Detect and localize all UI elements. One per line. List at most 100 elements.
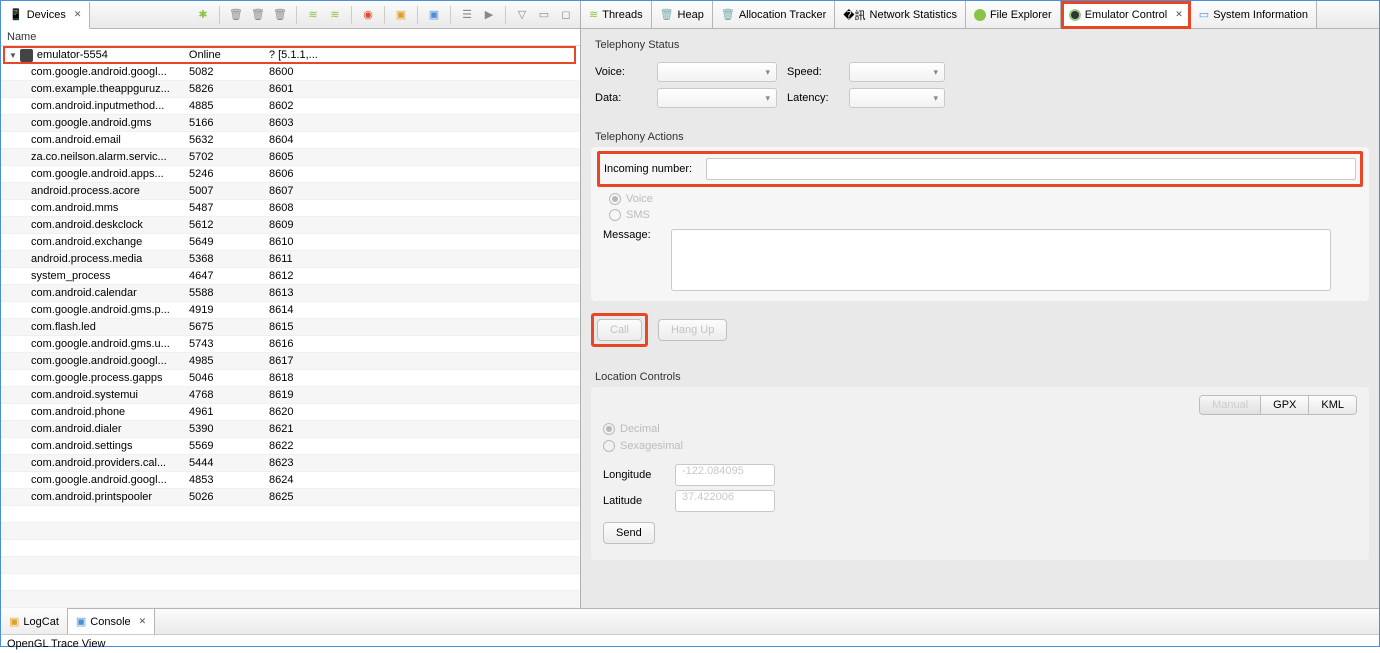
process-row[interactable]: com.android.inputmethod...48858602 bbox=[1, 98, 580, 115]
console-icon: ▣ bbox=[76, 615, 86, 628]
speed-combo[interactable] bbox=[849, 62, 945, 82]
message-textarea[interactable] bbox=[671, 229, 1331, 291]
latency-combo[interactable] bbox=[849, 88, 945, 108]
tab-alloc[interactable]: 🗑 Allocation Tracker bbox=[713, 1, 835, 28]
process-row[interactable]: android.process.media53688611 bbox=[1, 251, 580, 268]
hangup-button[interactable]: Hang Up bbox=[658, 319, 727, 341]
process-row[interactable]: za.co.neilson.alarm.servic...57028605 bbox=[1, 149, 580, 166]
longitude-input[interactable]: -122.084095 bbox=[675, 464, 775, 486]
sms-radio-label: SMS bbox=[626, 209, 650, 221]
process-row[interactable]: com.android.dialer53908621 bbox=[1, 421, 580, 438]
tab-file-label: File Explorer bbox=[990, 9, 1052, 21]
ui-icon[interactable]: ▣ bbox=[426, 7, 442, 23]
longitude-label: Longitude bbox=[603, 469, 665, 481]
telephony-actions-title: Telephony Actions bbox=[581, 121, 1379, 147]
layers-icon[interactable]: ☰ bbox=[459, 7, 475, 23]
latitude-input[interactable]: 37.422006 bbox=[675, 490, 775, 512]
stop-icon[interactable]: ◉ bbox=[360, 7, 376, 23]
tab-devices[interactable]: 📱 Devices ✕ bbox=[1, 2, 90, 29]
process-row[interactable]: com.android.systemui47688619 bbox=[1, 387, 580, 404]
decimal-radio[interactable]: Decimal bbox=[603, 423, 1357, 435]
menu-icon[interactable]: ▽ bbox=[514, 7, 530, 23]
trash-icon[interactable]: 🗑 bbox=[228, 7, 244, 23]
call-button[interactable]: Call bbox=[597, 319, 642, 341]
process-row[interactable]: system_process46478612 bbox=[1, 268, 580, 285]
voice-label: Voice: bbox=[595, 66, 647, 78]
process-row[interactable]: com.google.android.gms.u...57438616 bbox=[1, 336, 580, 353]
emulator-icon bbox=[20, 49, 33, 62]
close-icon[interactable]: ✕ bbox=[74, 9, 82, 20]
min-icon[interactable]: ▭ bbox=[536, 7, 552, 23]
process-row[interactable]: com.google.android.gms51668603 bbox=[1, 115, 580, 132]
process-row[interactable]: com.google.android.apps...52468606 bbox=[1, 166, 580, 183]
thread-icon[interactable]: ≋ bbox=[305, 7, 321, 23]
tab-network[interactable]: �訊 Network Statistics bbox=[835, 1, 966, 28]
process-row[interactable]: com.flash.led56758615 bbox=[1, 319, 580, 336]
heap-icon: 🗑 bbox=[660, 8, 674, 21]
window-icon: ▭ bbox=[1199, 8, 1209, 21]
latency-label: Latency: bbox=[787, 92, 839, 104]
close-icon[interactable]: ✕ bbox=[1175, 9, 1183, 20]
debug-icon[interactable]: ✱ bbox=[195, 7, 211, 23]
expand-icon[interactable]: ▼ bbox=[9, 51, 17, 60]
tab-system[interactable]: ▭ System Information bbox=[1191, 1, 1317, 28]
max-icon[interactable]: ◻ bbox=[558, 7, 574, 23]
tab-console[interactable]: ▣ Console ✕ bbox=[68, 609, 155, 636]
process-row[interactable]: com.android.printspooler50268625 bbox=[1, 489, 580, 506]
process-row[interactable]: com.android.phone49618620 bbox=[1, 404, 580, 421]
seg-gpx[interactable]: GPX bbox=[1261, 396, 1309, 414]
tab-emu-label: Emulator Control bbox=[1085, 9, 1168, 21]
process-row[interactable]: com.android.providers.cal...54448623 bbox=[1, 455, 580, 472]
process-row[interactable]: com.google.process.gapps50468618 bbox=[1, 370, 580, 387]
process-row[interactable]: com.android.email56328604 bbox=[1, 132, 580, 149]
message-label: Message: bbox=[603, 229, 661, 291]
process-row[interactable]: com.android.settings55698622 bbox=[1, 438, 580, 455]
column-header-name[interactable]: Name bbox=[1, 29, 580, 46]
tab-logcat[interactable]: ▣ LogCat bbox=[1, 608, 68, 635]
sms-radio[interactable]: SMS bbox=[609, 209, 1357, 221]
device-status: Online bbox=[189, 49, 239, 61]
process-row[interactable]: com.google.android.gms.p...49198614 bbox=[1, 302, 580, 319]
sexagesimal-radio[interactable]: Sexagesimal bbox=[603, 440, 1357, 452]
process-row[interactable]: com.android.mms54878608 bbox=[1, 200, 580, 217]
tab-emulator-control[interactable]: Emulator Control ✕ bbox=[1061, 1, 1191, 29]
tab-threads-label: Threads bbox=[602, 9, 642, 21]
voice-combo[interactable] bbox=[657, 62, 777, 82]
wifi-icon: �訊 bbox=[843, 7, 865, 23]
trash3-icon[interactable]: 🗑 bbox=[272, 7, 288, 23]
latitude-label: Latitude bbox=[603, 495, 665, 507]
start-icon[interactable]: ▶ bbox=[481, 7, 497, 23]
send-button[interactable]: Send bbox=[603, 522, 655, 544]
process-row[interactable]: com.android.deskclock56128609 bbox=[1, 217, 580, 234]
location-tabs[interactable]: Manual GPX KML bbox=[1199, 395, 1357, 415]
close-icon[interactable]: ✕ bbox=[139, 616, 147, 627]
trash2-icon[interactable]: 🗑 bbox=[250, 7, 266, 23]
speed-label: Speed: bbox=[787, 66, 839, 78]
incoming-number-input[interactable] bbox=[706, 158, 1356, 180]
process-row[interactable]: com.example.theappguruz...58268601 bbox=[1, 81, 580, 98]
camera-icon[interactable]: ▣ bbox=[393, 7, 409, 23]
call-button-highlight: Call bbox=[591, 313, 648, 347]
process-row[interactable]: com.android.calendar55888613 bbox=[1, 285, 580, 302]
data-combo[interactable] bbox=[657, 88, 777, 108]
tab-heap-label: Heap bbox=[678, 9, 704, 21]
tab-devices-label: Devices bbox=[27, 9, 66, 21]
process-row[interactable]: com.google.android.googl...50828600 bbox=[1, 64, 580, 81]
tab-file[interactable]: File Explorer bbox=[966, 1, 1061, 28]
seg-manual[interactable]: Manual bbox=[1200, 396, 1261, 414]
process-list[interactable]: com.google.android.googl...50828600com.e… bbox=[1, 64, 580, 608]
logcat-icon: ▣ bbox=[9, 615, 19, 628]
thread2-icon[interactable]: ≋ bbox=[327, 7, 343, 23]
voice-radio[interactable]: Voice bbox=[609, 193, 1357, 205]
device-row[interactable]: ▼ emulator-5554 Online ? [5.1.1,... bbox=[3, 46, 576, 64]
data-label: Data: bbox=[595, 92, 647, 104]
tab-heap[interactable]: 🗑 Heap bbox=[652, 1, 713, 28]
process-row[interactable]: com.google.android.googl...48538624 bbox=[1, 472, 580, 489]
process-row[interactable]: com.android.exchange56498610 bbox=[1, 234, 580, 251]
process-row[interactable]: com.google.android.googl...49858617 bbox=[1, 353, 580, 370]
tab-threads[interactable]: ≋ Threads bbox=[581, 1, 652, 28]
process-row[interactable]: android.process.acore50078607 bbox=[1, 183, 580, 200]
right-tabbar: ≋ Threads 🗑 Heap 🗑 Allocation Tracker �訊… bbox=[581, 1, 1379, 29]
tab-logcat-label: LogCat bbox=[23, 616, 58, 628]
seg-kml[interactable]: KML bbox=[1309, 396, 1356, 414]
